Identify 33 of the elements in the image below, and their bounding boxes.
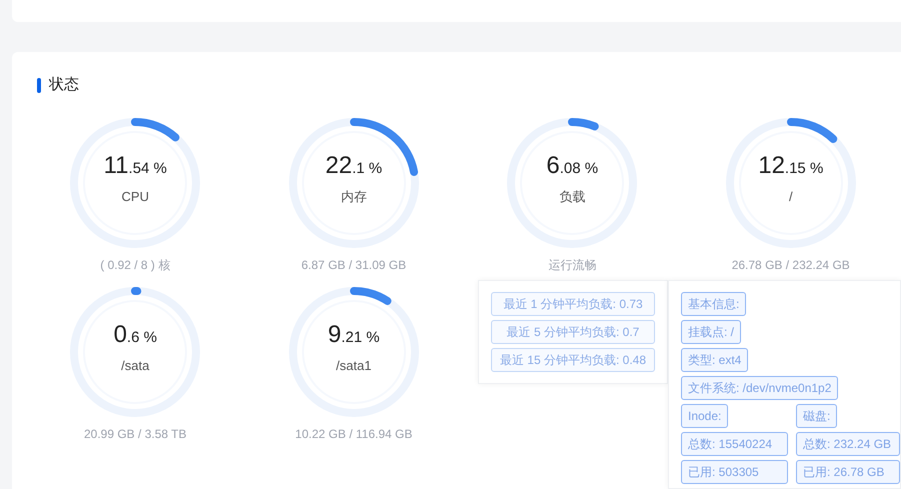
gauge-caption: 运行流畅: [548, 258, 596, 272]
info-tag: 基本信息:: [681, 292, 746, 316]
gauge-caption: 26.78 GB / 232.24 GB: [732, 258, 850, 272]
gauge-caption: ( 0.92 / 8 ) 核: [100, 258, 170, 272]
info-tag: Inode:: [681, 404, 728, 428]
gauge-value: 6.08 %: [546, 152, 598, 179]
gauge-label: /sata1: [336, 356, 372, 375]
section-title: 状态: [49, 75, 79, 95]
info-tag: 磁盘:: [796, 404, 838, 428]
info-tag: 已用: 503305: [681, 460, 788, 484]
gauge-label: 内存: [340, 188, 367, 206]
info-tag: 类型: ext4: [681, 348, 748, 372]
gauge-label: /sata: [121, 356, 150, 375]
gauge-value: 0.6 %: [114, 322, 157, 348]
gauge-label: CPU: [122, 188, 149, 206]
info-tag: 文件系统: /dev/nvme0n1p2: [681, 376, 838, 400]
title-marker: [37, 78, 41, 93]
gauge-label: /: [788, 188, 793, 206]
gauge-value: 9.21 %: [328, 322, 380, 348]
info-tag: 挂载点: /: [681, 320, 742, 344]
info-tag: 总数: 15540224: [681, 432, 788, 456]
gauge-value: 11.54 %: [104, 152, 167, 179]
gauge-caption: 6.87 GB / 31.09 GB: [301, 258, 406, 272]
gauge-value: 12.15 %: [758, 152, 824, 179]
gauge-caption: 10.22 GB / 116.94 GB: [295, 426, 412, 440]
gauge-value: 22.1 %: [325, 152, 382, 179]
load-tag: 最近 5 分钟平均负载: 0.7: [491, 320, 655, 344]
gauge-label: 负载: [559, 188, 586, 206]
info-tag: 已用: 26.78 GB: [796, 460, 900, 484]
load-tag: 最近 15 分钟平均负载: 0.48: [491, 348, 655, 372]
gauge-caption: 20.99 GB / 3.58 TB: [84, 426, 186, 440]
info-tag: 总数: 232.24 GB: [796, 432, 900, 456]
load-tag: 最近 1 分钟平均负载: 0.73: [491, 292, 655, 316]
